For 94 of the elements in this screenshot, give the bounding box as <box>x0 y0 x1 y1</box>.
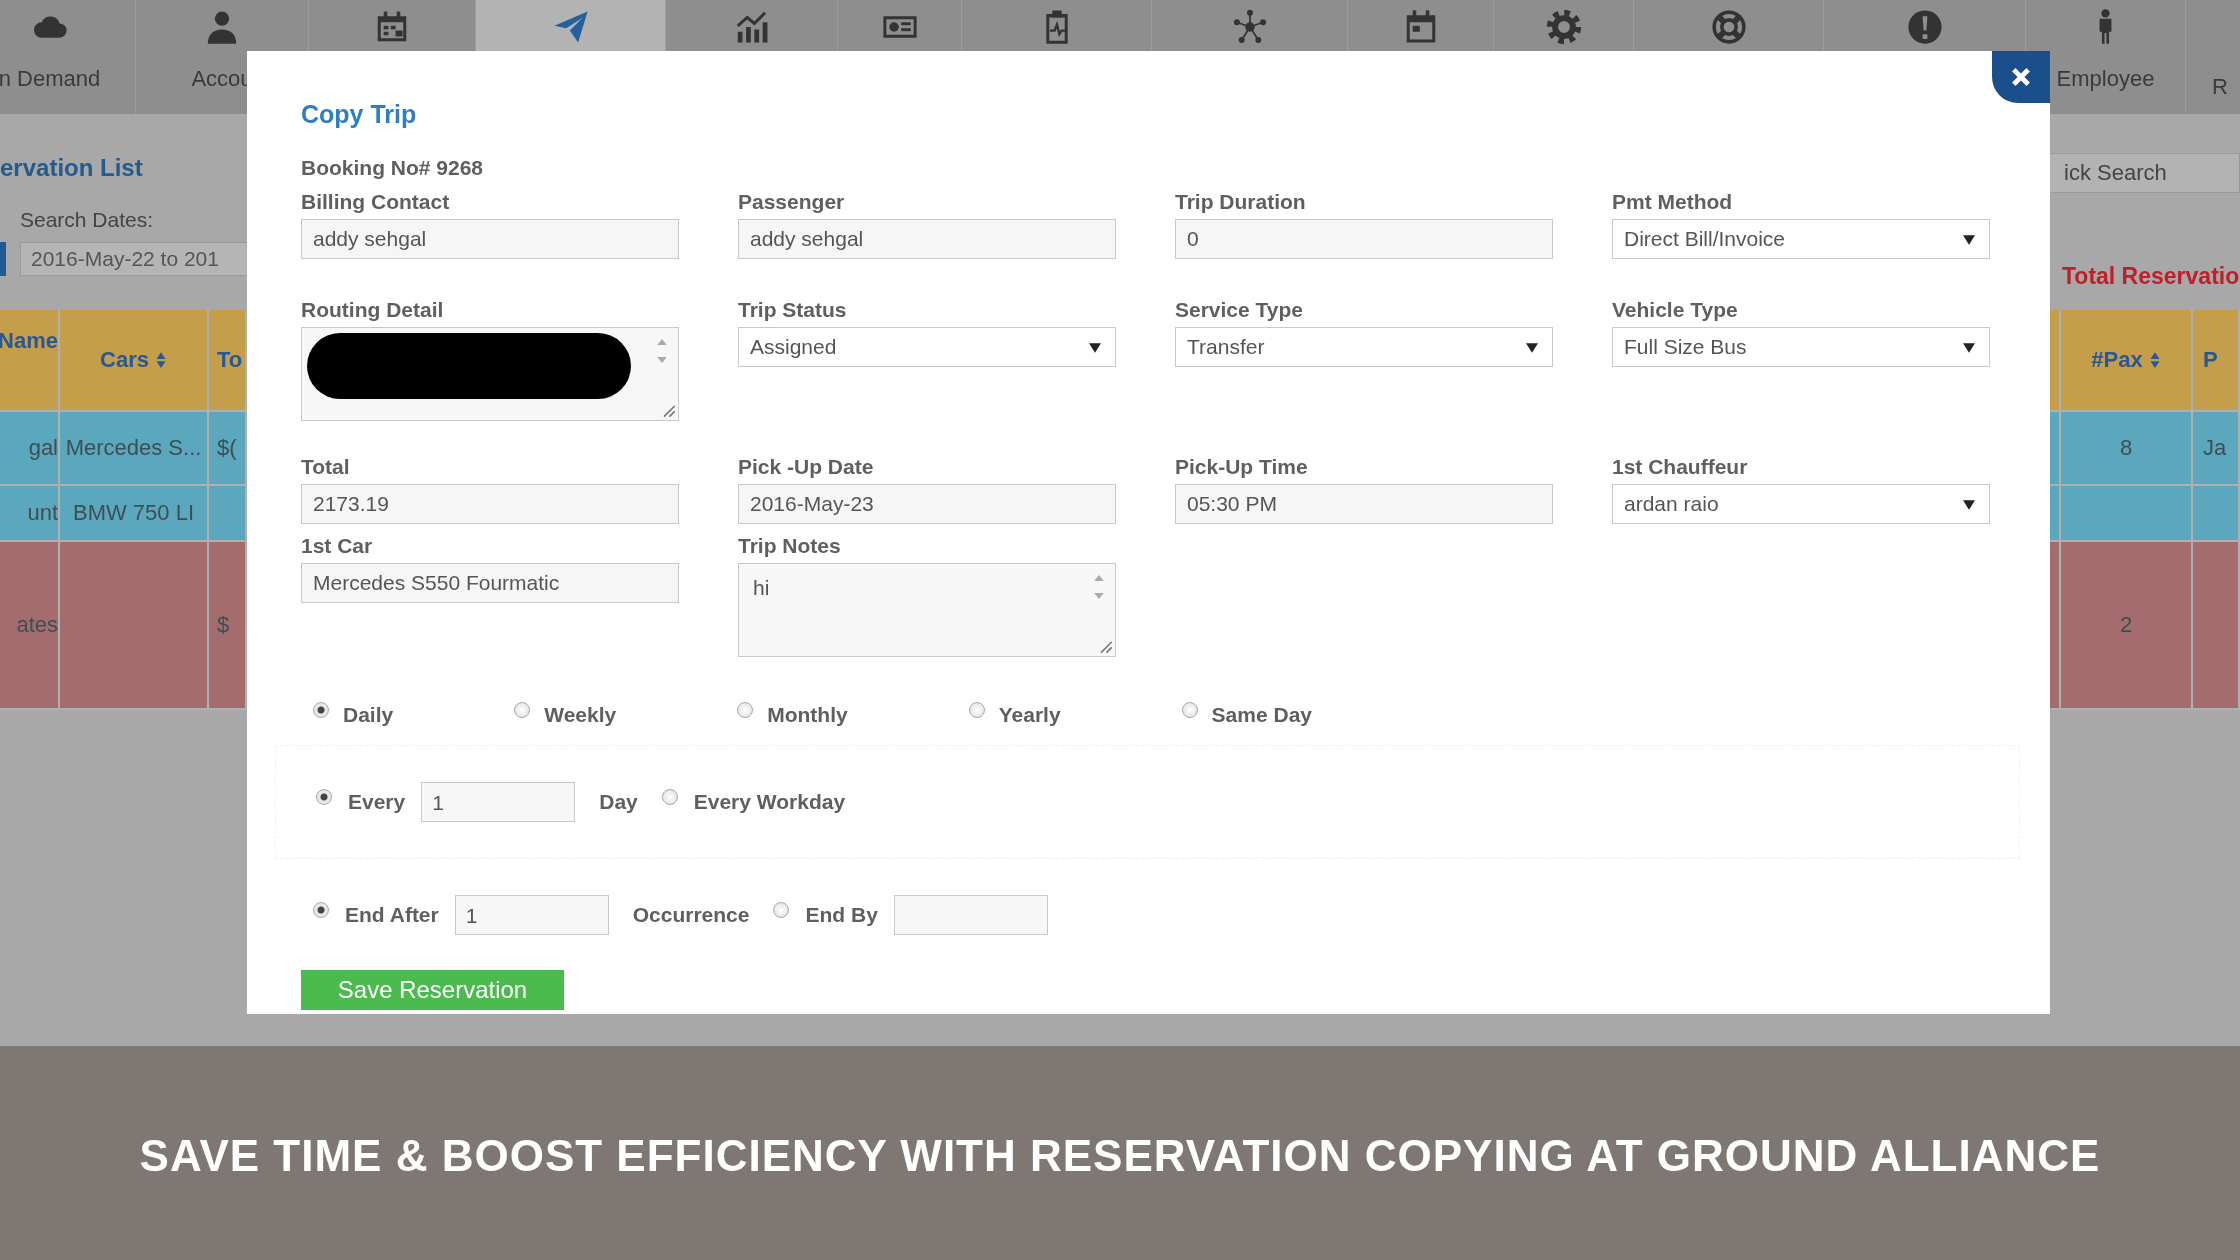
table-row[interactable]: unt BMW 750 LI <box>0 486 247 542</box>
caret-icon <box>1963 343 1975 353</box>
sort-icon <box>154 351 167 369</box>
table-cell: $ <box>217 612 230 638</box>
radio-button[interactable] <box>737 702 754 718</box>
option-label: Same Day <box>1211 703 1312 727</box>
caret-icon <box>1963 500 1975 510</box>
field-label: 1st Car <box>301 533 374 559</box>
table-cell: Mercedes S... <box>65 435 202 461</box>
date-range-field[interactable]: 2016-May-22 to 201 <box>20 242 247 276</box>
field-label: Billing Contact <box>301 189 451 215</box>
nav-tab[interactable]: R <box>2186 0 2240 114</box>
page-title: ervation List <box>0 154 144 182</box>
text-field[interactable]: addy sehgal <box>738 219 1116 259</box>
table-row[interactable]: 2 <box>2050 542 2240 710</box>
unit-label: Occurrence <box>632 903 750 927</box>
settings-icon <box>1544 8 1583 46</box>
radio-button[interactable] <box>313 702 329 718</box>
radio-button[interactable] <box>773 902 790 918</box>
close-button[interactable] <box>1992 51 2050 103</box>
table-cell: $( <box>217 435 237 461</box>
option-label: Weekly <box>544 703 617 727</box>
table-cell: BMW 750 LI <box>72 500 194 526</box>
option-label: End After <box>345 903 439 927</box>
total-reservations-label: Total Reservatio <box>2062 263 2240 290</box>
column-header[interactable]: Name <box>0 310 60 410</box>
field-label: Trip Status <box>738 297 848 323</box>
table-cell: gal <box>28 435 58 461</box>
table-cell: 2 <box>2119 612 2133 638</box>
dropdown[interactable]: Direct Bill/Invoice <box>1612 219 1990 259</box>
quick-search-field[interactable]: ick Search <box>2050 153 2240 193</box>
text-area[interactable] <box>301 327 679 421</box>
save-reservation-button[interactable]: Save Reservation <box>301 970 564 1010</box>
text-field[interactable]: 2173.19 <box>301 484 679 524</box>
field-label: Pick-Up Time <box>1175 454 1309 480</box>
field-label: Pick -Up Date <box>738 454 875 480</box>
radio-button[interactable] <box>313 902 329 918</box>
lifebuoy-icon <box>1709 8 1748 46</box>
date-field[interactable] <box>893 895 1048 935</box>
table-cell: ates <box>16 612 58 638</box>
table-row[interactable]: gal Mercedes S... $( <box>0 412 247 486</box>
dropdown[interactable]: Assigned <box>738 327 1116 367</box>
radio-button[interactable] <box>968 702 985 718</box>
column-header[interactable]: Cars <box>60 310 209 410</box>
option-label: Every <box>348 790 406 814</box>
text-field[interactable]: 2016-May-23 <box>738 484 1116 524</box>
booking-number: Booking No# 9268 <box>301 155 485 181</box>
table-cell: 8 <box>2119 435 2133 461</box>
radio-button[interactable] <box>661 789 678 805</box>
field-label: Trip Duration <box>1175 189 1307 215</box>
close-icon <box>2009 65 2033 89</box>
text-field[interactable]: 0 <box>1175 219 1553 259</box>
text-field[interactable]: addy sehgal <box>301 219 679 259</box>
field-label: Routing Detail <box>301 297 445 323</box>
field-label: Passenger <box>738 189 846 215</box>
dropdown[interactable]: Transfer <box>1175 327 1553 367</box>
dropdown[interactable]: Full Size Bus <box>1612 327 1990 367</box>
field-label: Total <box>301 454 351 480</box>
option-label: Yearly <box>998 703 1061 727</box>
caption-text: SAVE TIME & BOOST EFFICIENCY WITH RESERVATION COPYING AT GROUND ALLIANCE <box>139 1131 2101 1181</box>
caret-icon <box>1089 343 1101 353</box>
sort-icon <box>2148 351 2161 369</box>
caret-icon <box>1963 235 1975 245</box>
count-field[interactable]: 1 <box>454 895 609 935</box>
text-field[interactable]: Mercedes S550 Fourmatic <box>301 563 679 603</box>
option-label: Daily <box>343 703 394 727</box>
field-label: Pmt Method <box>1612 189 1734 215</box>
table-cell: Ja <box>2203 435 2227 461</box>
text-field[interactable]: 05:30 PM <box>1175 484 1553 524</box>
text-area[interactable]: hi <box>738 563 1116 657</box>
option-label: End By <box>805 903 878 927</box>
radio-button[interactable] <box>316 789 332 805</box>
unit-label: Day <box>599 790 638 814</box>
search-label: Search Dates: <box>20 208 155 232</box>
radio-button[interactable] <box>1181 702 1198 718</box>
option-label: Monthly <box>767 703 848 727</box>
caret-icon <box>1526 343 1538 353</box>
dropdown[interactable]: ardan raio <box>1612 484 1990 524</box>
field-label: Vehicle Type <box>1612 297 1739 323</box>
person-icon <box>2098 8 2113 46</box>
table-row[interactable]: 8 Ja <box>2050 412 2240 486</box>
field-label: Trip Notes <box>738 533 842 559</box>
table-row[interactable] <box>2050 486 2240 542</box>
table-cell: unt <box>27 500 58 526</box>
field-label: 1st Chauffeur <box>1612 454 1749 480</box>
nav-tab[interactable]: n Demand <box>0 0 136 114</box>
radio-button[interactable] <box>514 702 531 718</box>
alert-icon <box>1905 8 1944 46</box>
column-header[interactable]: P <box>2193 310 2240 410</box>
option-label: Every Workday <box>693 790 846 814</box>
column-header[interactable]: #Pax <box>2061 310 2193 410</box>
table-row[interactable]: ates $ <box>0 542 247 710</box>
count-field[interactable]: 1 <box>421 782 576 822</box>
field-label: Service Type <box>1175 297 1305 323</box>
